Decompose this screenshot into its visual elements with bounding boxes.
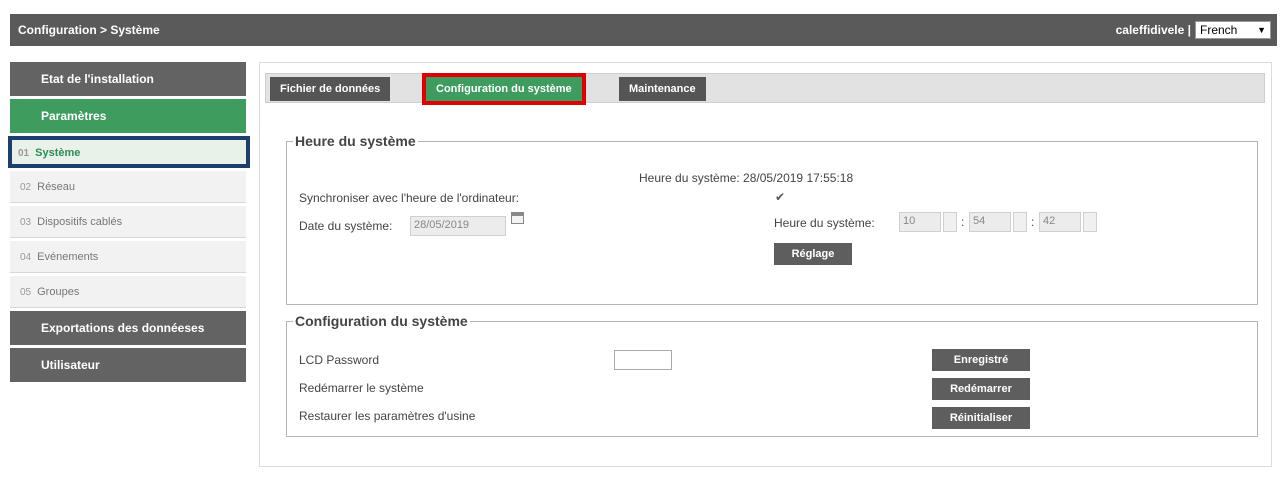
sidebar-item-groupes[interactable]: 05 Groupes: [10, 276, 246, 308]
sidebar-item-systeme[interactable]: 01 Système: [8, 136, 250, 168]
item-label: Evénements: [37, 251, 99, 263]
tab-bar: Fichier de données Configuration du syst…: [265, 73, 1265, 105]
sidebar-item-state[interactable]: Etat de l'installation: [10, 62, 246, 96]
breadcrumb: Configuration > Système: [18, 23, 160, 37]
system-config-section: Configuration du système LCD Password En…: [286, 313, 1258, 437]
tab-data-file[interactable]: Fichier de données: [270, 77, 391, 101]
main-panel: Fichier de données Configuration du syst…: [259, 62, 1272, 467]
time-separator: :: [961, 215, 965, 229]
chevron-down-icon: ▼: [1257, 25, 1266, 35]
second-field[interactable]: 42: [1039, 212, 1081, 232]
sidebar-item-export[interactable]: Exportations des donnéeses: [10, 311, 246, 345]
top-bar: Configuration > Système caleffidivele | …: [10, 14, 1277, 46]
section-title: Heure du système: [295, 133, 416, 149]
item-number: 02: [20, 182, 32, 193]
user-name[interactable]: caleffidivele |: [1116, 23, 1191, 37]
time-label: Heure du système:: [774, 216, 875, 230]
sidebar-item-evenements[interactable]: 04 Evénements: [10, 241, 246, 273]
item-label: Système: [35, 147, 81, 159]
sidebar-item-params[interactable]: Paramètres: [10, 99, 246, 133]
tab-maintenance[interactable]: Maintenance: [619, 77, 706, 101]
tab-system-config[interactable]: Configuration du système: [422, 73, 586, 105]
section-title: Configuration du système: [295, 313, 468, 329]
sync-label: Synchroniser avec l'heure de l'ordinateu…: [299, 191, 520, 205]
lcd-password-label: LCD Password: [299, 353, 380, 367]
sidebar: Etat de l'installation Paramètres 01 Syst…: [8, 62, 250, 385]
calendar-icon[interactable]: [511, 212, 524, 224]
hour-field[interactable]: 10: [899, 212, 941, 232]
second-spinner[interactable]: [1083, 212, 1097, 232]
save-button[interactable]: Enregistré: [932, 349, 1030, 371]
date-field[interactable]: 28/05/2019: [410, 216, 506, 236]
item-number: 04: [20, 252, 32, 263]
language-select[interactable]: French ▼: [1195, 21, 1271, 39]
item-number: 01: [18, 148, 30, 159]
item-label: Réseau: [37, 181, 76, 193]
date-label: Date du système:: [299, 219, 393, 233]
minute-field[interactable]: 54: [969, 212, 1011, 232]
minute-spinner[interactable]: [1013, 212, 1027, 232]
sidebar-item-reseau[interactable]: 02 Réseau: [10, 171, 246, 203]
item-number: 03: [20, 217, 32, 228]
sidebar-item-dispositifs[interactable]: 03 Dispositifs cablés: [10, 206, 246, 238]
reset-button[interactable]: Réinitialiser: [932, 407, 1030, 429]
restart-label: Redémarrer le système: [299, 381, 424, 395]
sidebar-item-user[interactable]: Utilisateur: [10, 348, 246, 382]
language-value: French: [1200, 23, 1238, 37]
current-time: Heure du système: 28/05/2019 17:55:18: [639, 171, 854, 185]
sync-checkbox[interactable]: ✔: [775, 190, 785, 204]
item-number: 05: [20, 287, 32, 298]
reglage-button[interactable]: Réglage: [774, 243, 852, 265]
restart-button[interactable]: Redémarrer: [932, 378, 1030, 400]
item-label: Dispositifs cablés: [37, 216, 123, 228]
lcd-password-input[interactable]: [614, 350, 672, 370]
item-label: Groupes: [37, 286, 80, 298]
system-time-section: Heure du système Heure du système: 28/05…: [286, 133, 1258, 305]
factory-reset-label: Restaurer les paramètres d'usine: [299, 409, 476, 423]
hour-spinner[interactable]: [943, 212, 957, 232]
time-separator: :: [1031, 215, 1035, 229]
